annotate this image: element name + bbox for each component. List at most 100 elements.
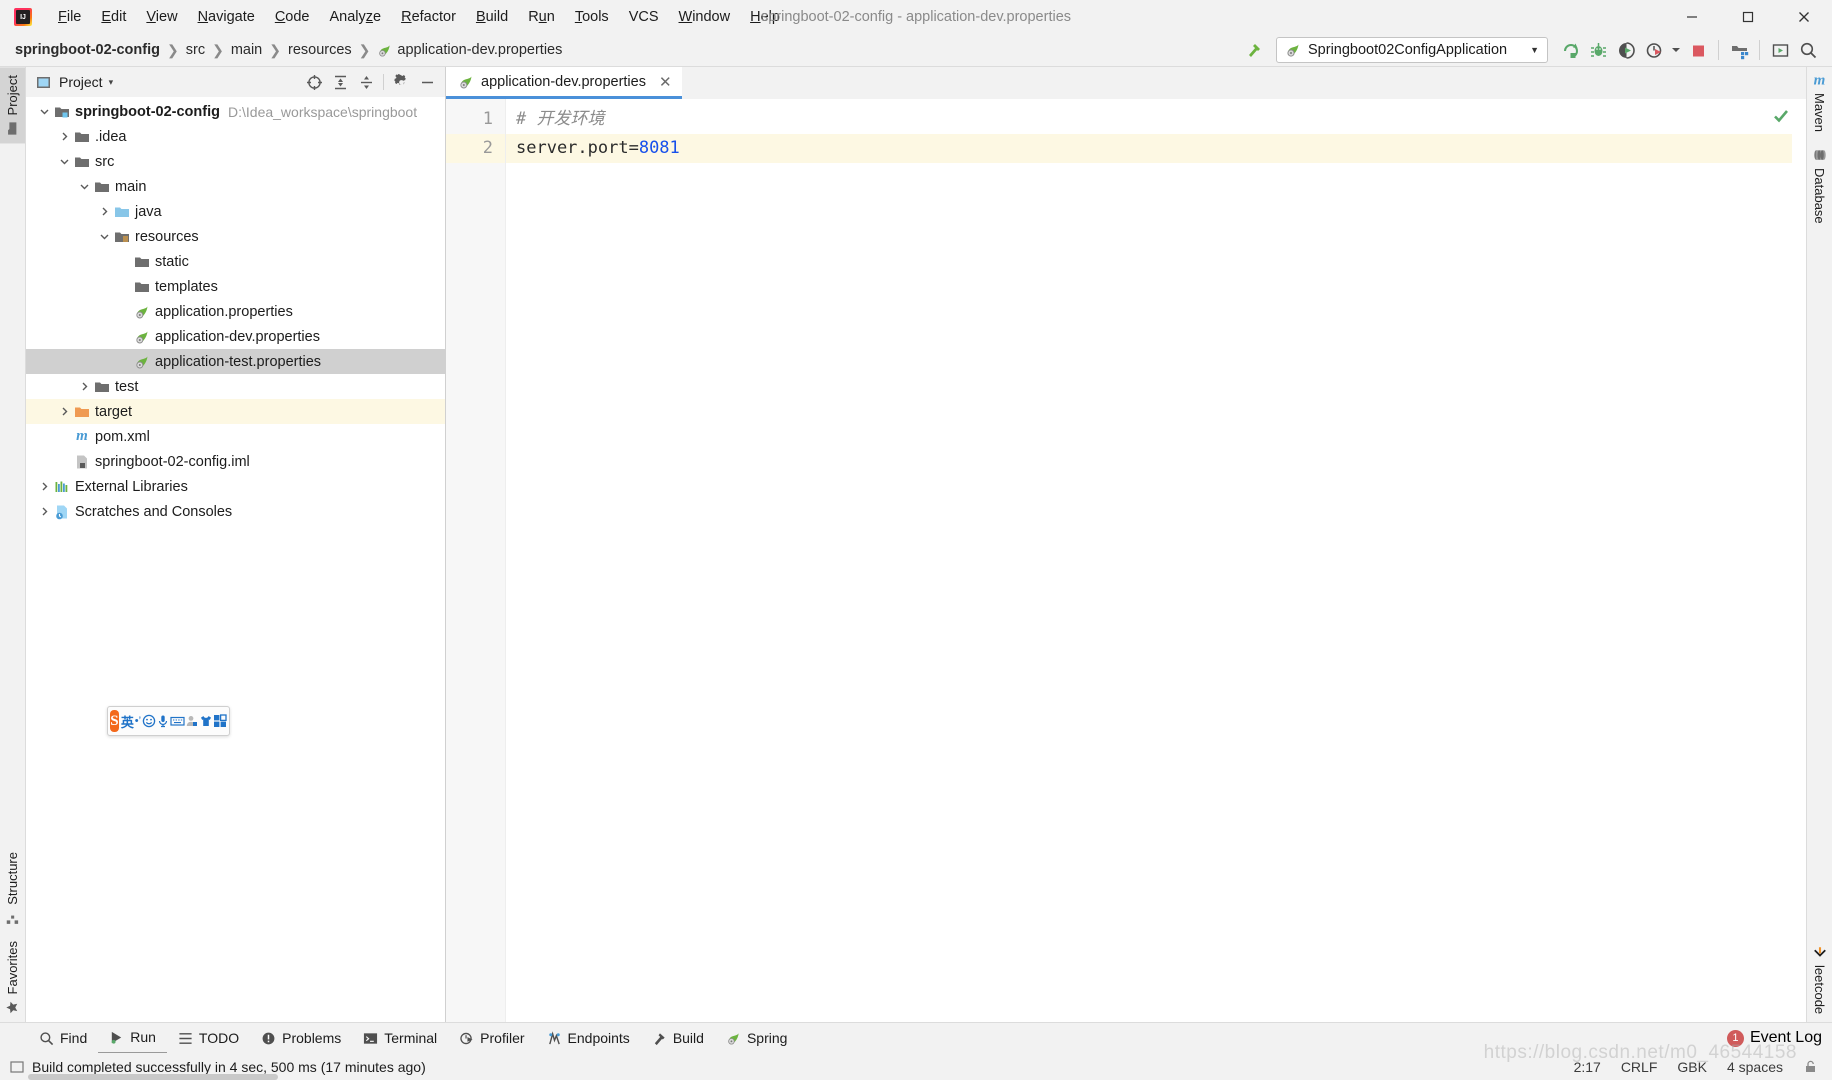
ok-check-icon[interactable]: [1772, 107, 1790, 125]
event-log-area[interactable]: 1 Event Log: [1726, 1029, 1832, 1047]
minimize-button[interactable]: [1664, 0, 1720, 34]
tree-node-pom-xml[interactable]: m pom.xml: [26, 424, 445, 449]
tool-tab-project[interactable]: Project: [0, 67, 25, 144]
ime-voice-icon[interactable]: [156, 709, 170, 733]
sogou-input-toolbar[interactable]: S 英 •’: [107, 706, 230, 736]
tool-tab-favorites[interactable]: Favorites: [0, 933, 25, 1022]
tree-node-application-dev-properties[interactable]: application-dev.properties: [26, 324, 445, 349]
maximize-button[interactable]: [1720, 0, 1776, 34]
tree-right-arrow-icon[interactable]: [56, 406, 72, 417]
line-separator[interactable]: CRLF: [1621, 1059, 1658, 1075]
tree-node-springboot-02-config-iml[interactable]: springboot-02-config.iml: [26, 449, 445, 474]
code-line-2[interactable]: server.port=8081: [506, 134, 1792, 163]
tree-node-application-properties[interactable]: application.properties: [26, 299, 445, 324]
bottom-tab-problems[interactable]: Problems: [250, 1023, 352, 1054]
select-opened-file-icon[interactable]: [302, 70, 326, 94]
bottom-tab-spring[interactable]: Spring: [715, 1023, 798, 1054]
indent-setting[interactable]: 4 spaces: [1727, 1059, 1783, 1075]
chevron-down-icon[interactable]: ▾: [109, 77, 114, 88]
profiler-icon[interactable]: [1640, 37, 1668, 63]
menu-item-file[interactable]: File: [48, 5, 91, 29]
line-number-2[interactable]: 2: [446, 134, 505, 163]
menu-item-edit[interactable]: Edit: [91, 5, 136, 29]
menu-item-view[interactable]: View: [136, 5, 187, 29]
bottom-tab-run[interactable]: Run: [98, 1023, 167, 1054]
ime-skin-icon[interactable]: [199, 709, 213, 733]
tree-node-target[interactable]: target: [26, 399, 445, 424]
tree-node-test[interactable]: test: [26, 374, 445, 399]
horizontal-scrollbar[interactable]: [28, 1074, 278, 1080]
project-structure-icon[interactable]: [1725, 37, 1753, 63]
bottom-tab-endpoints[interactable]: Endpoints: [536, 1023, 641, 1054]
ime-language-mode[interactable]: 英: [121, 709, 134, 733]
tree-down-arrow-icon[interactable]: [76, 181, 92, 192]
menu-item-build[interactable]: Build: [466, 5, 518, 29]
tree-node-src[interactable]: src: [26, 149, 445, 174]
tree-node-static[interactable]: static: [26, 249, 445, 274]
menu-item-code[interactable]: Code: [265, 5, 320, 29]
tree-node-resources[interactable]: resources: [26, 224, 445, 249]
tree-right-arrow-icon[interactable]: [56, 131, 72, 142]
file-encoding[interactable]: GBK: [1677, 1059, 1707, 1075]
menu-item-navigate[interactable]: Navigate: [188, 5, 265, 29]
breadcrumb-item-3[interactable]: resources: [283, 40, 357, 60]
menu-item-run[interactable]: Run: [518, 5, 565, 29]
tree-right-arrow-icon[interactable]: [36, 506, 52, 517]
tree-down-arrow-icon[interactable]: [56, 156, 72, 167]
tree-down-arrow-icon[interactable]: [96, 231, 112, 242]
menu-item-vcs[interactable]: VCS: [619, 5, 669, 29]
expand-all-icon[interactable]: [328, 70, 352, 94]
caret-position[interactable]: 2:17: [1574, 1059, 1601, 1075]
tree-node-java[interactable]: java: [26, 199, 445, 224]
search-everywhere-icon[interactable]: [1794, 37, 1822, 63]
breadcrumb-item-0[interactable]: springboot-02-config: [10, 40, 165, 60]
tree-down-arrow-icon[interactable]: [36, 106, 52, 117]
close-button[interactable]: [1776, 0, 1832, 34]
ime-punctuation[interactable]: •’: [134, 709, 142, 733]
editor-gutter[interactable]: 12: [446, 99, 506, 1022]
line-number-1[interactable]: 1: [446, 105, 505, 134]
sogou-logo-icon[interactable]: S: [110, 710, 119, 732]
editor-tab-0[interactable]: application-dev.properties ✕: [446, 67, 682, 99]
collapse-all-icon[interactable]: [354, 70, 378, 94]
run-configuration-selector[interactable]: Springboot02ConfigApplication ▼: [1276, 37, 1548, 63]
updates-icon[interactable]: [1766, 37, 1794, 63]
menu-item-tools[interactable]: Tools: [565, 5, 619, 29]
breadcrumb-item-2[interactable]: main: [226, 40, 267, 60]
editor-scrollbar[interactable]: [1792, 99, 1806, 1022]
tool-tab-database[interactable]: Database: [1807, 140, 1832, 232]
close-icon[interactable]: ✕: [659, 73, 672, 91]
bottom-tab-build[interactable]: Build: [641, 1023, 715, 1054]
rerun-icon[interactable]: [1556, 37, 1584, 63]
bottom-tab-profiler[interactable]: Profiler: [448, 1023, 535, 1054]
tree-node-templates[interactable]: templates: [26, 274, 445, 299]
tree-node-application-test-properties[interactable]: application-test.properties: [26, 349, 445, 374]
tree-right-arrow-icon[interactable]: [76, 381, 92, 392]
ime-apps-icon[interactable]: [213, 709, 227, 733]
tree-node-main[interactable]: main: [26, 174, 445, 199]
gear-icon[interactable]: [389, 70, 413, 94]
bottom-tab-find[interactable]: Find: [28, 1023, 98, 1054]
debug-icon[interactable]: [1584, 37, 1612, 63]
chevron-down-icon[interactable]: ▼: [1530, 45, 1539, 55]
menu-item-help[interactable]: Help: [740, 5, 790, 29]
breadcrumb-item-4[interactable]: application-dev.properties: [372, 40, 567, 60]
tree-node-scratches-and-consoles[interactable]: Scratches and Consoles: [26, 499, 445, 524]
status-message-area[interactable]: Build completed successfully in 4 sec, 5…: [10, 1059, 426, 1075]
code-line-1[interactable]: # 开发环境: [506, 105, 1792, 134]
ime-user-icon[interactable]: [185, 709, 199, 733]
tree-node--idea[interactable]: .idea: [26, 124, 445, 149]
tree-right-arrow-icon[interactable]: [36, 481, 52, 492]
tool-tab-maven[interactable]: m Maven: [1806, 67, 1832, 140]
ime-emoji-icon[interactable]: [142, 709, 156, 733]
chevron-down-icon[interactable]: [1668, 37, 1684, 63]
stop-icon[interactable]: [1684, 37, 1712, 63]
tree-right-arrow-icon[interactable]: [96, 206, 112, 217]
project-tree[interactable]: springboot-02-config D:\Idea_workspace\sp…: [26, 97, 445, 1022]
bottom-tab-terminal[interactable]: Terminal: [352, 1023, 448, 1054]
menu-item-analyze[interactable]: Analyze: [320, 5, 392, 29]
tool-tab-structure[interactable]: Structure: [0, 844, 25, 933]
breadcrumb-item-1[interactable]: src: [181, 40, 210, 60]
ime-soft-keyboard-icon[interactable]: [170, 709, 185, 733]
event-log-label[interactable]: Event Log: [1750, 1029, 1822, 1047]
